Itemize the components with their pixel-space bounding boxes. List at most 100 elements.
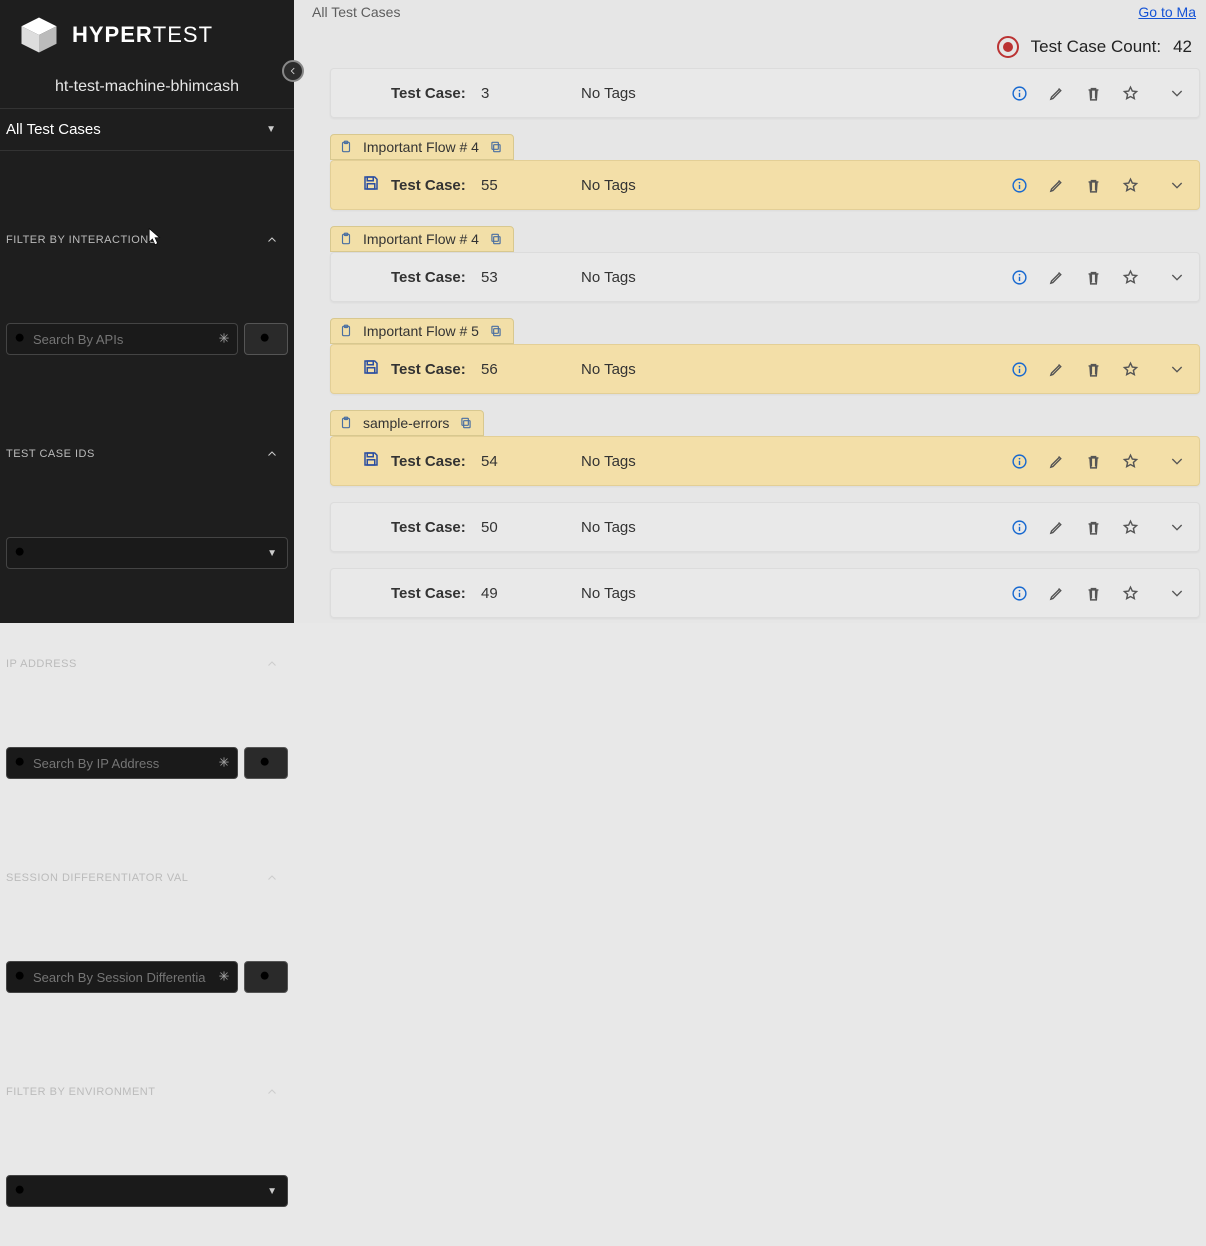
test-case-row[interactable]: Test Case:55No Tags bbox=[330, 160, 1200, 210]
info-icon[interactable] bbox=[1011, 361, 1028, 378]
count-label: Test Case Count: bbox=[1031, 37, 1161, 57]
filter-interactions-header[interactable]: FILTER BY INTERACTIONS bbox=[6, 161, 288, 323]
expand-icon[interactable] bbox=[1169, 361, 1185, 377]
test-case-row[interactable]: Test Case:54No Tags bbox=[330, 436, 1200, 486]
case-id: 49 bbox=[481, 585, 541, 602]
spark-icon[interactable] bbox=[217, 969, 231, 986]
edit-icon[interactable] bbox=[1048, 269, 1065, 286]
edit-icon[interactable] bbox=[1048, 585, 1065, 602]
delete-icon[interactable] bbox=[1085, 177, 1102, 194]
test-case-group: Test Case:3No Tags bbox=[330, 68, 1200, 118]
save-icon[interactable] bbox=[362, 358, 380, 381]
expand-icon[interactable] bbox=[1169, 177, 1185, 193]
expand-icon[interactable] bbox=[1169, 519, 1185, 535]
clipboard-icon bbox=[339, 416, 353, 430]
save-icon[interactable] bbox=[362, 174, 380, 197]
flow-chip[interactable]: Important Flow # 4 bbox=[330, 134, 514, 160]
record-button[interactable] bbox=[997, 36, 1019, 58]
filter-ip-header[interactable]: IP ADDRESS bbox=[6, 585, 288, 747]
expand-icon[interactable] bbox=[1169, 85, 1185, 101]
search-icon bbox=[13, 545, 29, 561]
search-ip-input[interactable] bbox=[29, 756, 217, 771]
search-apis-field[interactable] bbox=[6, 323, 238, 355]
copy-icon[interactable] bbox=[489, 324, 503, 338]
copy-icon[interactable] bbox=[489, 140, 503, 154]
env-select[interactable]: ▼ bbox=[6, 1175, 288, 1207]
star-icon[interactable] bbox=[1122, 585, 1139, 602]
caret-down-icon: ▼ bbox=[267, 548, 277, 559]
test-case-group: Important Flow # 4 Test Case:55No Tags bbox=[330, 134, 1200, 210]
delete-icon[interactable] bbox=[1085, 361, 1102, 378]
case-label: Test Case: bbox=[391, 361, 481, 378]
case-id: 3 bbox=[481, 85, 541, 102]
filter-env-header[interactable]: FILTER BY ENVIRONMENT bbox=[6, 1013, 288, 1175]
sidebar: HYPERTEST ht-test-machine-bhimcash All T… bbox=[0, 0, 294, 623]
cube-icon bbox=[18, 14, 60, 56]
delete-icon[interactable] bbox=[1085, 269, 1102, 286]
spark-icon[interactable] bbox=[217, 331, 231, 348]
test-case-row[interactable]: Test Case:53No Tags bbox=[330, 252, 1200, 302]
delete-icon[interactable] bbox=[1085, 453, 1102, 470]
info-icon[interactable] bbox=[1011, 519, 1028, 536]
info-icon[interactable] bbox=[1011, 453, 1028, 470]
test-case-row[interactable]: Test Case:50No Tags bbox=[330, 502, 1200, 552]
delete-icon[interactable] bbox=[1085, 85, 1102, 102]
filter-ids-header[interactable]: TEST CASE IDS bbox=[6, 375, 288, 537]
chevron-up-icon bbox=[266, 1227, 278, 1246]
expand-icon[interactable] bbox=[1169, 269, 1185, 285]
star-icon[interactable] bbox=[1122, 177, 1139, 194]
sidebar-collapse-button[interactable] bbox=[282, 60, 304, 82]
flow-chip[interactable]: sample-errors bbox=[330, 410, 484, 436]
test-case-row[interactable]: Test Case:56No Tags bbox=[330, 344, 1200, 394]
edit-icon[interactable] bbox=[1048, 177, 1065, 194]
search-session-field[interactable] bbox=[6, 961, 238, 993]
goto-link[interactable]: Go to Ma bbox=[1138, 4, 1196, 20]
test-case-group: Important Flow # 4Test Case:53No Tags bbox=[330, 226, 1200, 302]
topbar: All Test Cases Go to Ma bbox=[294, 0, 1206, 22]
search-icon bbox=[13, 1183, 29, 1199]
info-icon[interactable] bbox=[1011, 85, 1028, 102]
star-icon[interactable] bbox=[1122, 453, 1139, 470]
save-icon[interactable] bbox=[362, 450, 380, 473]
search-session-input[interactable] bbox=[29, 970, 217, 985]
brand-bold: HYPER bbox=[72, 22, 153, 47]
test-case-group: Test Case:49No Tags bbox=[330, 568, 1200, 618]
search-session-button[interactable] bbox=[244, 961, 288, 993]
save-slot bbox=[351, 450, 391, 473]
edit-icon[interactable] bbox=[1048, 453, 1065, 470]
search-ip-button[interactable] bbox=[244, 747, 288, 779]
edit-icon[interactable] bbox=[1048, 519, 1065, 536]
edit-icon[interactable] bbox=[1048, 85, 1065, 102]
search-ip-field[interactable] bbox=[6, 747, 238, 779]
star-icon[interactable] bbox=[1122, 269, 1139, 286]
case-tags: No Tags bbox=[541, 361, 1011, 378]
flow-name: Important Flow # 4 bbox=[363, 139, 479, 155]
star-icon[interactable] bbox=[1122, 519, 1139, 536]
test-case-row[interactable]: Test Case:3No Tags bbox=[330, 68, 1200, 118]
test-case-row[interactable]: Test Case:49No Tags bbox=[330, 568, 1200, 618]
flow-chip[interactable]: Important Flow # 5 bbox=[330, 318, 514, 344]
ids-select[interactable]: ▼ bbox=[6, 537, 288, 569]
delete-icon[interactable] bbox=[1085, 585, 1102, 602]
search-apis-input[interactable] bbox=[29, 332, 217, 347]
info-icon[interactable] bbox=[1011, 269, 1028, 286]
info-icon[interactable] bbox=[1011, 177, 1028, 194]
filter-session-header[interactable]: SESSION DIFFERENTIATOR VAL bbox=[6, 799, 288, 961]
star-icon[interactable] bbox=[1122, 85, 1139, 102]
star-icon[interactable] bbox=[1122, 361, 1139, 378]
expand-icon[interactable] bbox=[1169, 585, 1185, 601]
case-label: Test Case: bbox=[391, 453, 481, 470]
copy-icon[interactable] bbox=[489, 232, 503, 246]
copy-icon[interactable] bbox=[459, 416, 473, 430]
filter-desc-header[interactable]: DESCRIPTION bbox=[6, 1223, 288, 1246]
edit-icon[interactable] bbox=[1048, 361, 1065, 378]
delete-icon[interactable] bbox=[1085, 519, 1102, 536]
test-case-list[interactable]: Test Case:3No TagsImportant Flow # 4Test… bbox=[294, 68, 1206, 623]
expand-icon[interactable] bbox=[1169, 453, 1185, 469]
spark-icon[interactable] bbox=[217, 755, 231, 772]
search-apis-button[interactable] bbox=[244, 323, 288, 355]
info-icon[interactable] bbox=[1011, 585, 1028, 602]
view-select[interactable]: All Test Cases ▼ bbox=[0, 109, 294, 151]
flow-chip[interactable]: Important Flow # 4 bbox=[330, 226, 514, 252]
save-slot bbox=[351, 174, 391, 197]
